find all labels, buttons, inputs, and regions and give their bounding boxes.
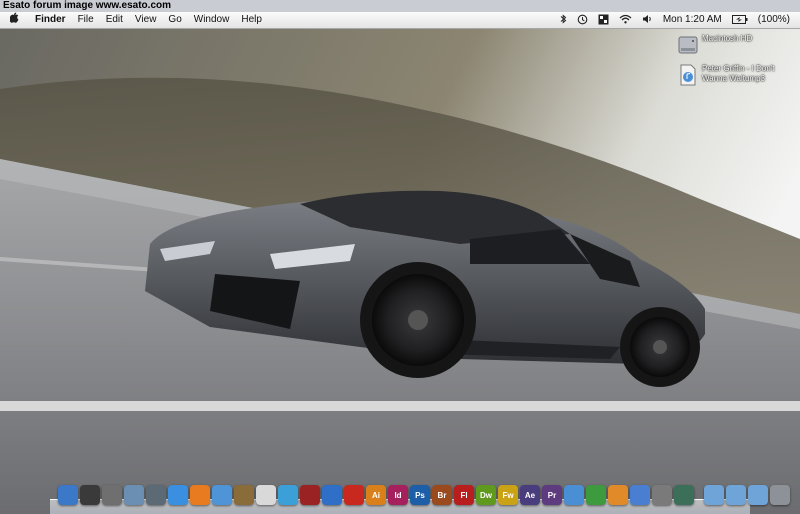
dock-icons: Ai Id Ps Br Fl Dw Fw Ae Pr [58, 485, 790, 505]
applications-folder-icon[interactable] [704, 485, 724, 505]
iphoto-icon[interactable] [234, 485, 254, 505]
dock-icon-glyph-text: Ai [372, 490, 380, 500]
trash-icon[interactable] [770, 485, 790, 505]
bluetooth-icon[interactable] [555, 12, 572, 28]
menu-go[interactable]: Go [162, 12, 187, 28]
apple-menu-icon[interactable] [0, 12, 27, 28]
application-icon[interactable] [146, 485, 166, 505]
menu-file[interactable]: File [72, 12, 100, 28]
wifi-icon[interactable] [614, 12, 637, 28]
spaces-icon[interactable] [593, 12, 614, 28]
photoshop-icon[interactable]: Ps [410, 485, 430, 505]
safari-icon[interactable] [168, 485, 188, 505]
photo-booth-icon[interactable] [300, 485, 320, 505]
time-machine-icon[interactable] [572, 12, 593, 28]
desktop-item-audio-file[interactable]: Peter Griffin - I Don't Wanna Waltump3 [678, 64, 798, 86]
transmit-icon[interactable] [608, 485, 628, 505]
menu-bar: Finder File Edit View Go Window Help Mon… [0, 12, 800, 29]
desktop-item-macintosh-hd[interactable]: Macintosh HD [678, 34, 798, 56]
menu-window[interactable]: Window [188, 12, 236, 28]
indesign-icon[interactable]: Id [388, 485, 408, 505]
desktop-wallpaper [0, 29, 800, 514]
battery-icon[interactable] [727, 12, 753, 28]
hard-drive-icon [678, 34, 698, 56]
illustrator-icon[interactable]: Ai [366, 485, 386, 505]
dock-icon-glyph-text: Fl [460, 490, 468, 500]
dreamweaver-icon[interactable]: Dw [476, 485, 496, 505]
watermark-text: Esato forum image www.esato.com [0, 0, 800, 12]
firefox-icon[interactable] [190, 485, 210, 505]
time-machine-icon[interactable] [674, 485, 694, 505]
car-wallpaper-image [0, 29, 800, 514]
downloads-folder-icon[interactable] [748, 485, 768, 505]
bluetooth-icon[interactable] [322, 485, 342, 505]
menu-view[interactable]: View [129, 12, 163, 28]
dock-icon-glyph-text: Ps [415, 490, 425, 500]
dock-icon-glyph-text: Pr [547, 490, 557, 500]
desktop-screen: Esato forum image www.esato.com Finder F… [0, 0, 800, 514]
flash-icon[interactable]: Fl [454, 485, 474, 505]
audio-file-icon [678, 64, 698, 86]
fireworks-icon[interactable]: Fw [498, 485, 518, 505]
clock-text[interactable]: Mon 1:20 AM [658, 12, 727, 28]
utility-icon[interactable] [564, 485, 584, 505]
dashboard-icon[interactable] [80, 485, 100, 505]
dock-icon-glyph-text: Id [394, 490, 402, 500]
system-preferences-icon[interactable] [102, 485, 122, 505]
chat-icon[interactable] [630, 485, 650, 505]
battery-percentage[interactable]: (100%) [753, 12, 800, 28]
dock-icon-glyph-text: Br [437, 490, 447, 500]
desktop-item-label: Peter Griffin - I Don't Wanna Waltump3 [702, 64, 775, 83]
acrobat-icon[interactable] [344, 485, 364, 505]
network-icon[interactable] [586, 485, 606, 505]
bridge-icon[interactable]: Br [432, 485, 452, 505]
after-effects-icon[interactable]: Ae [520, 485, 540, 505]
dock: Ai Id Ps Br Fl Dw Fw Ae Pr [50, 483, 790, 514]
finder-icon[interactable] [58, 485, 78, 505]
dock-icon-glyph-text: Fw [502, 490, 514, 500]
screen-share-icon[interactable] [652, 485, 672, 505]
quicktime-icon[interactable] [278, 485, 298, 505]
ical-icon[interactable] [256, 485, 276, 505]
preview-icon[interactable] [124, 485, 144, 505]
menu-edit[interactable]: Edit [100, 12, 129, 28]
menu-help[interactable]: Help [235, 12, 268, 28]
volume-icon[interactable] [637, 12, 658, 28]
dock-separator [696, 485, 702, 505]
dock-icon-glyph-text: Dw [480, 490, 492, 500]
documents-folder-icon[interactable] [726, 485, 746, 505]
premiere-icon[interactable]: Pr [542, 485, 562, 505]
itunes-icon[interactable] [212, 485, 232, 505]
dock-icon-glyph-text: Ae [524, 490, 536, 500]
desktop-item-label: Macintosh HD [702, 34, 753, 43]
menu-finder[interactable]: Finder [27, 12, 72, 28]
